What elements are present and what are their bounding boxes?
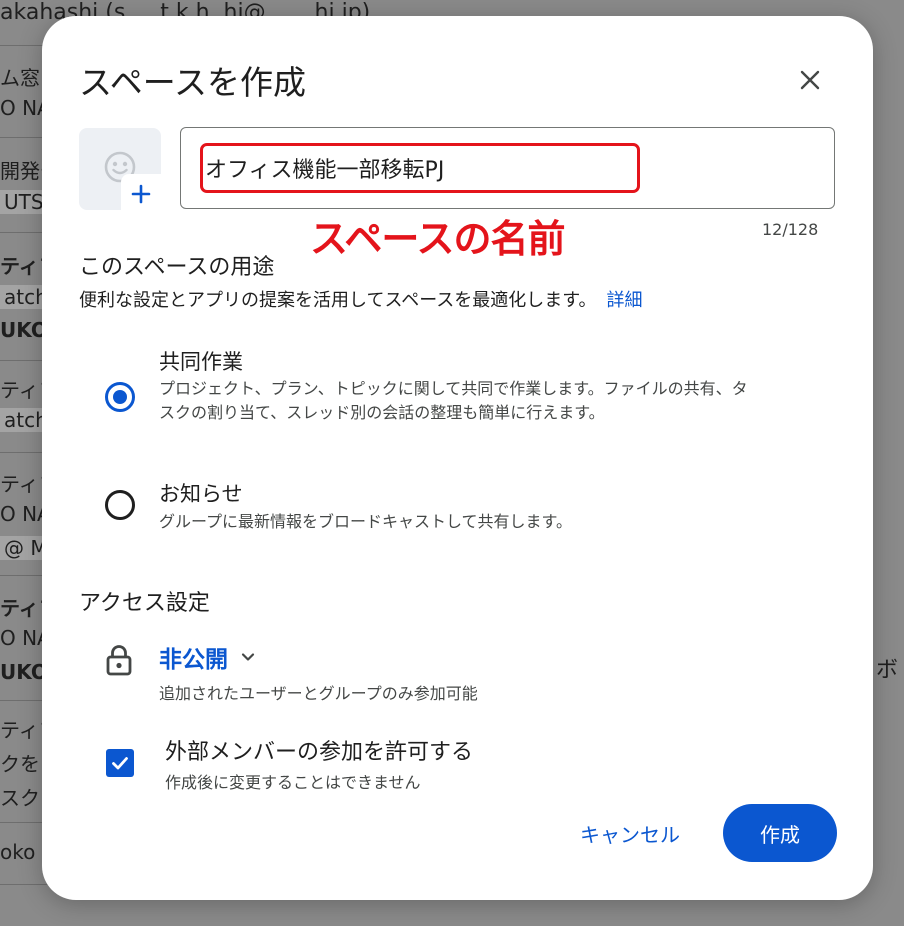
space-name-counter: 12/128 [762,220,819,239]
access-section-title: アクセス設定 [79,591,210,616]
space-name-input[interactable] [205,148,625,188]
external-members-checkbox[interactable] [106,749,134,777]
purpose-description: 便利な設定とアプリの提案を活用してスペースを最適化します。 詳細 [79,286,643,312]
purpose-section-title: このスペースの用途 [79,255,275,280]
cancel-button[interactable]: キャンセル [570,804,690,862]
radio-collaboration[interactable] [105,382,135,412]
plus-icon [131,184,151,204]
space-name-field [180,127,835,209]
create-space-dialog: スペースを作成 12/128 スペースの名前 このスペースの用途 便利な設定とア… [42,16,873,900]
create-button[interactable]: 作成 [723,804,837,862]
dialog-title: スペースを作成 [79,63,307,102]
purpose-description-text: 便利な設定とアプリの提案を活用してスペースを最適化します。 [79,290,597,311]
option-announcements-title: お知らせ [159,482,243,506]
background-list-fragment: UKO [0,660,48,684]
external-members-label: 外部メンバーの参加を許可する [165,740,474,765]
close-icon [800,70,820,90]
option-collaboration-title: 共同作業 [159,350,243,374]
access-description: 追加されたユーザーとグループのみ参加可能 [159,684,478,703]
access-level-dropdown[interactable]: 非公開 [159,640,256,674]
lock-icon [106,645,132,676]
background-list-fragment: oko [0,840,36,864]
option-announcements-description: グループに最新情報をブロードキャストして共有します。 [159,512,572,531]
access-level-value: 非公開 [159,647,228,673]
background-list-fragment: UTS [0,190,48,214]
add-avatar-badge [121,174,161,214]
space-name-annotation: スペースの名前 [310,217,565,261]
external-members-description: 作成後に変更することはできません [165,773,421,792]
close-button[interactable] [790,60,830,100]
background-right-fragment: ボ [876,658,899,683]
background-list-fragment: UKO [0,318,48,342]
background-list-fragment: クを [0,752,40,776]
background-list-fragment: スク [0,786,40,810]
checkmark-icon [112,757,128,770]
option-collaboration-description: プロジェクト、プラン、トピックに関して共同で作業します。ファイルの共有、タスクの… [159,379,748,422]
space-avatar-button[interactable] [79,128,161,214]
details-link[interactable]: 詳細 [607,290,643,311]
chevron-down-icon [241,653,255,661]
radio-announcements[interactable] [105,490,135,520]
